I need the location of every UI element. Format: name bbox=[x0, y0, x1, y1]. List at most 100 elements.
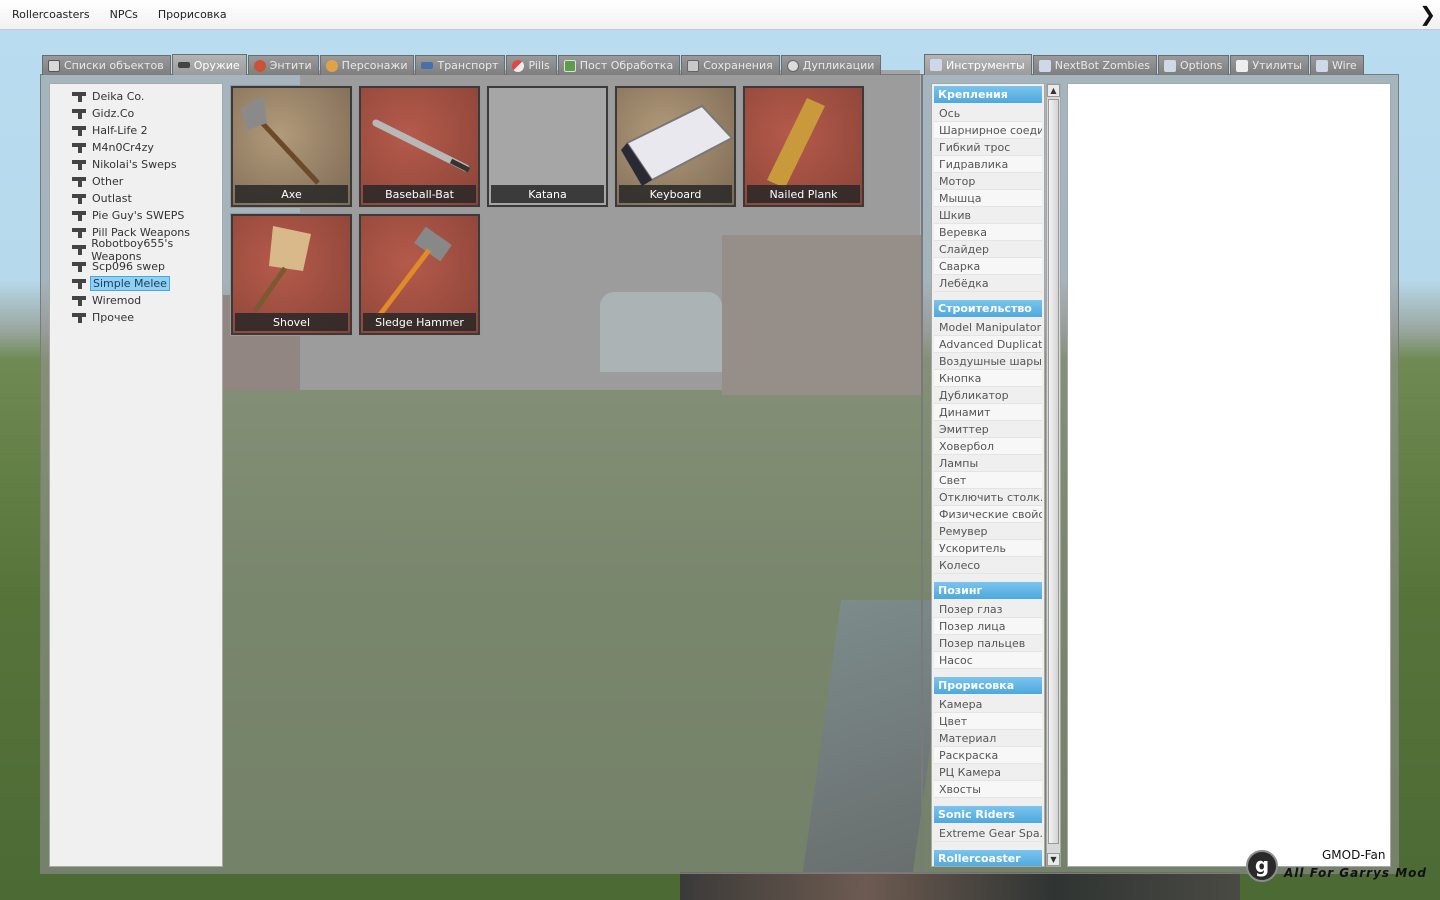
tool-item[interactable]: Шарнирное соеди... bbox=[934, 122, 1042, 139]
tab-wire[interactable]: Wire bbox=[1309, 55, 1364, 75]
tab-saves[interactable]: Сохранения bbox=[681, 55, 780, 75]
watermark-tagline: All For Garrys Mod bbox=[1284, 866, 1427, 880]
weapon-icon-nailed-plank[interactable]: Nailed Plank bbox=[742, 85, 865, 208]
tool-category: Sonic Riders Extreme Gear Spa... bbox=[932, 806, 1044, 842]
tool-item[interactable]: Слайдер bbox=[934, 241, 1042, 258]
weapon-icon-sledge-hammer[interactable]: Sledge Hammer bbox=[358, 213, 481, 336]
tab-utilities[interactable]: Утилиты bbox=[1230, 55, 1309, 75]
tool-item[interactable]: Динамит bbox=[934, 404, 1042, 421]
wrench-icon bbox=[1163, 59, 1176, 72]
tab-nextbot-zombies[interactable]: NextBot Zombies bbox=[1032, 55, 1157, 75]
tool-item[interactable]: Позер лица bbox=[934, 618, 1042, 635]
tool-item[interactable]: Свет bbox=[934, 472, 1042, 489]
gun-icon bbox=[72, 261, 86, 272]
tool-item[interactable]: Позер глаз bbox=[934, 601, 1042, 618]
scrollbar-thumb[interactable] bbox=[1048, 99, 1059, 844]
scroll-down-icon[interactable]: ▼ bbox=[1047, 853, 1060, 866]
tool-category-header[interactable]: Строительство bbox=[934, 300, 1042, 317]
face-icon bbox=[325, 59, 338, 72]
gun-icon bbox=[72, 312, 86, 323]
tab-postprocess[interactable]: Пост Обработка bbox=[557, 55, 681, 75]
tree-item[interactable]: Other bbox=[50, 173, 222, 190]
watermark-site: GMOD-Fan bbox=[1322, 848, 1386, 862]
document-icon bbox=[1236, 59, 1249, 72]
tree-item[interactable]: Wiremod bbox=[50, 292, 222, 309]
tool-item[interactable]: Кнопка bbox=[934, 370, 1042, 387]
tool-item[interactable]: Ось bbox=[934, 105, 1042, 122]
menu-npcs[interactable]: NPCs bbox=[100, 0, 148, 30]
tab-options[interactable]: Options bbox=[1157, 55, 1230, 75]
tool-category-header[interactable]: Крепления bbox=[934, 86, 1042, 103]
tree-item[interactable]: Gidz.Co bbox=[50, 105, 222, 122]
tool-category-header[interactable]: Позинг bbox=[934, 582, 1042, 599]
tool-item[interactable]: Эмиттер bbox=[934, 421, 1042, 438]
tool-item[interactable]: Насос bbox=[934, 652, 1042, 669]
tool-item[interactable]: Хвосты bbox=[934, 781, 1042, 798]
tool-category: Прорисовка Камера Цвет Материал Раскраск… bbox=[932, 677, 1044, 798]
weapon-icon-axe[interactable]: Axe bbox=[230, 85, 353, 208]
tool-item[interactable]: Ремувер bbox=[934, 523, 1042, 540]
tool-item[interactable]: Мотор bbox=[934, 173, 1042, 190]
tool-list-scrollbar[interactable]: ▲ ▼ bbox=[1046, 83, 1061, 867]
tab-tools[interactable]: Инструменты bbox=[924, 54, 1032, 75]
tree-item[interactable]: Deika Co. bbox=[50, 88, 222, 105]
tool-item[interactable]: Раскраска bbox=[934, 747, 1042, 764]
tree-item-selected[interactable]: Simple Melee bbox=[50, 275, 222, 292]
tool-item[interactable]: Гидравлика bbox=[934, 156, 1042, 173]
tool-item[interactable]: Extreme Gear Spa... bbox=[934, 825, 1042, 842]
tree-item[interactable]: M4n0Cr4zy bbox=[50, 139, 222, 156]
tool-category-header[interactable]: Прорисовка bbox=[934, 677, 1042, 694]
tab-pills[interactable]: Pills bbox=[506, 55, 557, 75]
tab-dupes[interactable]: Дупликации bbox=[780, 55, 882, 75]
scroll-up-icon[interactable]: ▲ bbox=[1047, 84, 1060, 97]
tool-item[interactable]: Цвет bbox=[934, 713, 1042, 730]
tool-item[interactable]: Ускоритель bbox=[934, 540, 1042, 557]
weapon-icon-keyboard[interactable]: Keyboard bbox=[614, 85, 737, 208]
tool-item[interactable]: Лампы bbox=[934, 455, 1042, 472]
tool-item[interactable]: Воздушные шары bbox=[934, 353, 1042, 370]
weapon-icon-baseball-bat[interactable]: Baseball-Bat bbox=[358, 85, 481, 208]
tool-item[interactable]: Сварка bbox=[934, 258, 1042, 275]
gun-icon bbox=[72, 278, 86, 289]
tree-item[interactable]: Half-Life 2 bbox=[50, 122, 222, 139]
menu-rollercoasters[interactable]: Rollercoasters bbox=[2, 0, 100, 30]
tool-item[interactable]: Позер пальцев bbox=[934, 635, 1042, 652]
tool-item[interactable]: Шкив bbox=[934, 207, 1042, 224]
tree-item[interactable]: Nikolai's Sweps bbox=[50, 156, 222, 173]
collapse-arrow-icon[interactable]: ❯ bbox=[1419, 2, 1436, 26]
tool-item[interactable]: Гибкий трос bbox=[934, 139, 1042, 156]
tab-weapons[interactable]: Оружие bbox=[171, 54, 247, 75]
tool-item[interactable]: Мышца bbox=[934, 190, 1042, 207]
tool-item[interactable]: Лебёдка bbox=[934, 275, 1042, 292]
tool-item[interactable]: РЦ Камера bbox=[934, 764, 1042, 781]
tree-item[interactable]: Прочее bbox=[50, 309, 222, 326]
tool-item[interactable]: Колесо bbox=[934, 557, 1042, 574]
gmod-logo-icon: g bbox=[1246, 850, 1278, 882]
tool-item[interactable]: Веревка bbox=[934, 224, 1042, 241]
weapon-icon-shovel[interactable]: Shovel bbox=[230, 213, 353, 336]
tool-category-header[interactable]: Rollercoaster bbox=[934, 850, 1042, 866]
weapon-category-tree: Deika Co. Gidz.Co Half-Life 2 M4n0Cr4zy … bbox=[49, 83, 223, 867]
tree-item[interactable]: Outlast bbox=[50, 190, 222, 207]
tool-category-header[interactable]: Sonic Riders bbox=[934, 806, 1042, 823]
tab-spawnlists[interactable]: Списки объектов bbox=[42, 55, 171, 75]
tool-item[interactable]: Ховербол bbox=[934, 438, 1042, 455]
pill-icon bbox=[512, 59, 525, 72]
tool-item[interactable]: Физические свойс... bbox=[934, 506, 1042, 523]
tab-npcs[interactable]: Персонажи bbox=[319, 55, 415, 75]
tool-item[interactable]: Дубликатор bbox=[934, 387, 1042, 404]
tool-item[interactable]: Материал bbox=[934, 730, 1042, 747]
tool-item[interactable]: Model Manipulator bbox=[934, 319, 1042, 336]
save-icon bbox=[687, 59, 700, 72]
weapon-icon-katana[interactable]: Katana bbox=[486, 85, 609, 208]
tool-item[interactable]: Камера bbox=[934, 696, 1042, 713]
tab-entities[interactable]: Энтити bbox=[247, 55, 319, 75]
tool-category: Строительство Model Manipulator Advanced… bbox=[932, 300, 1044, 574]
tool-item[interactable]: Advanced Duplicator bbox=[934, 336, 1042, 353]
tool-item[interactable]: Отключить столк... bbox=[934, 489, 1042, 506]
gun-icon bbox=[72, 91, 86, 102]
tree-item[interactable]: Pie Guy's SWEPS bbox=[50, 207, 222, 224]
tree-item[interactable]: Robotboy655's Weapons bbox=[50, 237, 222, 263]
menu-drawing[interactable]: Прорисовка bbox=[148, 0, 237, 30]
tab-vehicles[interactable]: Транспорт bbox=[415, 55, 506, 75]
